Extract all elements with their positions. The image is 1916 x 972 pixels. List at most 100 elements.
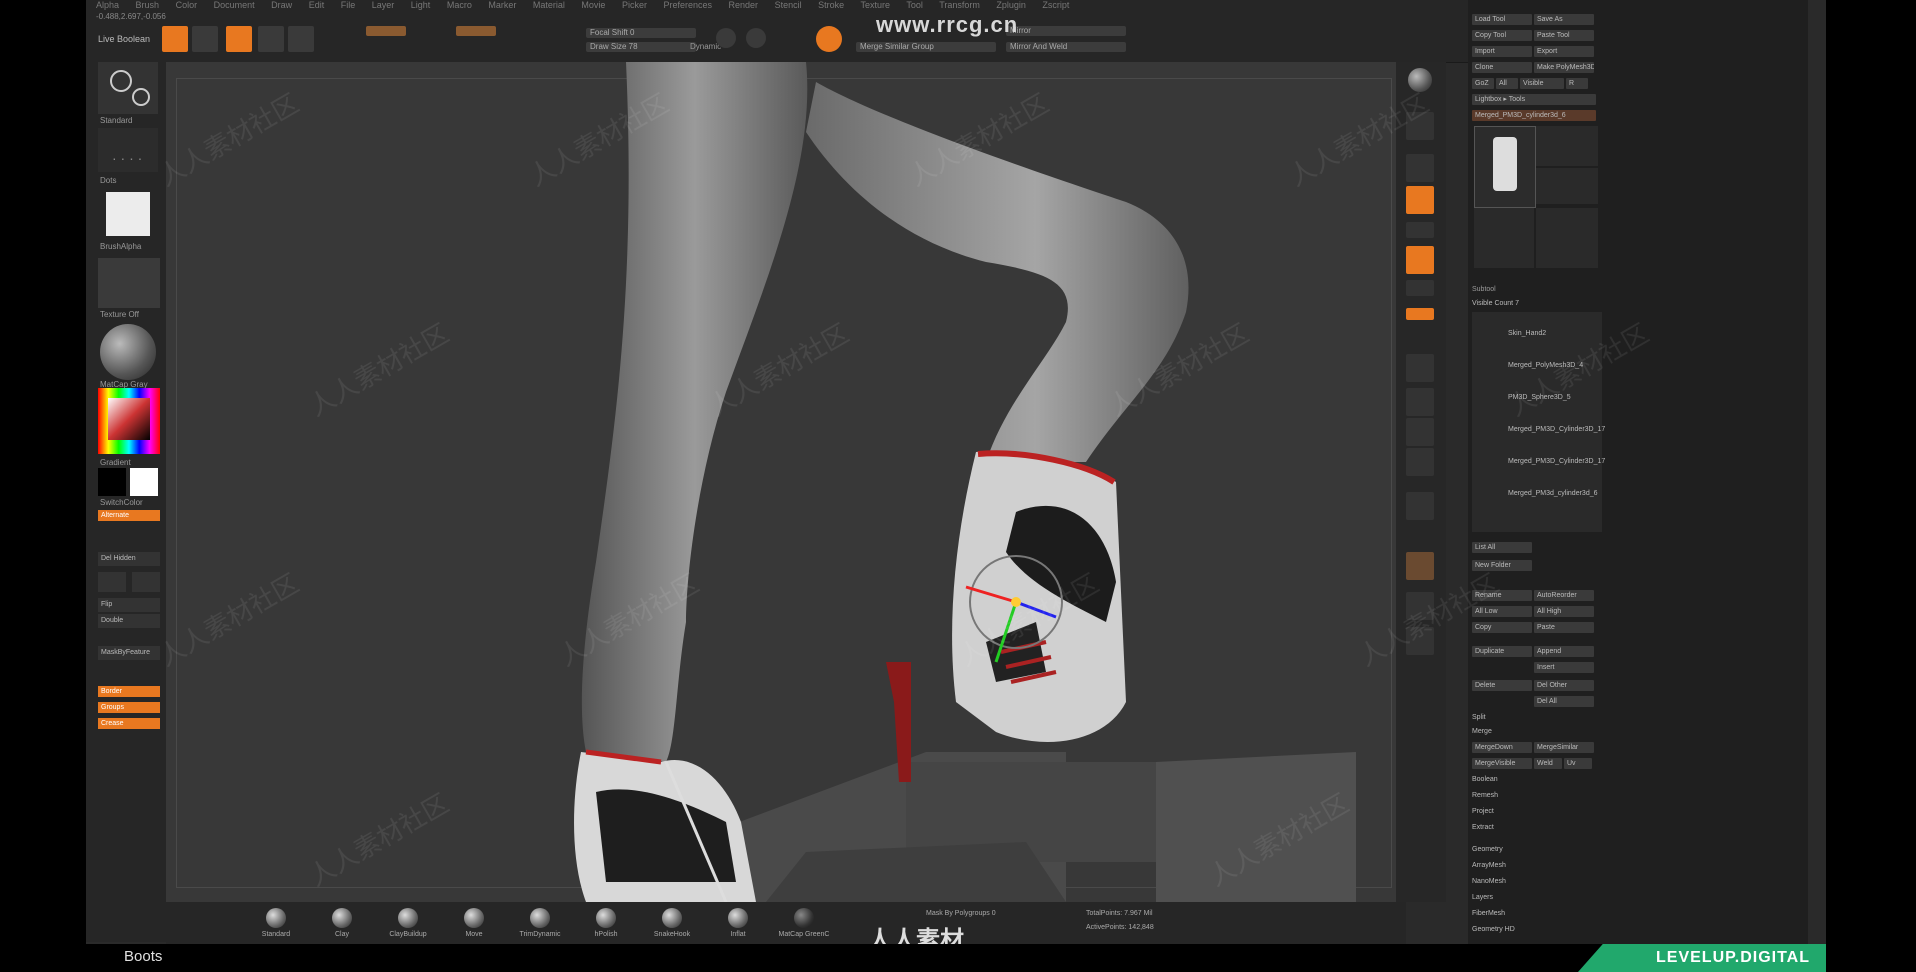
sculpt-model[interactable]: [166, 62, 1406, 902]
mask-by-feature-button[interactable]: MaskByFeature: [98, 646, 160, 660]
menu-item[interactable]: Document: [214, 0, 255, 10]
brush-move[interactable]: Move: [446, 908, 502, 938]
visible-count[interactable]: Visible Count 7: [1472, 298, 1600, 310]
menu-item[interactable]: Picker: [622, 0, 647, 10]
dynamic-label[interactable]: Dynamic: [690, 42, 721, 51]
duplicate-button[interactable]: Duplicate: [1472, 646, 1532, 657]
subtool-item[interactable]: PM3D_Sphere3D_5: [1508, 394, 1571, 401]
menu-item[interactable]: Transform: [939, 0, 980, 10]
save-as-button[interactable]: Save As: [1534, 14, 1594, 25]
groups-toggle[interactable]: Groups: [98, 702, 160, 713]
move-view-icon[interactable]: [1406, 388, 1434, 416]
menu-item[interactable]: Layer: [372, 0, 395, 10]
mergevisible-button[interactable]: MergeVisible: [1472, 758, 1532, 769]
mergesimilar-button[interactable]: MergeSimilar: [1534, 742, 1594, 753]
insert-button[interactable]: Insert: [1534, 662, 1594, 673]
menu-item[interactable]: Render: [729, 0, 759, 10]
section-fibermesh[interactable]: FiberMesh: [1472, 908, 1600, 920]
menu-item[interactable]: Draw: [271, 0, 292, 10]
xyz-icon[interactable]: [1406, 280, 1434, 296]
edit-icon[interactable]: [162, 26, 188, 52]
brush-clay[interactable]: Clay: [314, 908, 370, 938]
menu-item[interactable]: Alpha: [96, 0, 119, 10]
all-button[interactable]: All: [1496, 78, 1518, 89]
matcap-material[interactable]: MatCap GreenC: [776, 908, 832, 938]
mask-polygroups-slider[interactable]: Mask By Polygroups 0: [926, 910, 996, 917]
draw-size-slider[interactable]: Draw Size 78: [586, 42, 696, 52]
solo-icon[interactable]: [1406, 627, 1434, 655]
menu-item[interactable]: Marker: [488, 0, 516, 10]
primary-color-swatch[interactable]: [130, 468, 158, 496]
section-geometry[interactable]: Geometry: [1472, 844, 1600, 856]
polyframe-icon[interactable]: [1406, 552, 1434, 580]
mergedown-button[interactable]: MergeDown: [1472, 742, 1532, 753]
paste-tool-button[interactable]: Paste Tool: [1534, 30, 1594, 41]
menu-item[interactable]: Tool: [906, 0, 923, 10]
section-geometry-hd[interactable]: Geometry HD: [1472, 924, 1600, 936]
simplebrush-thumb-icon[interactable]: [1474, 208, 1534, 268]
frame-icon[interactable]: [1406, 354, 1434, 382]
merge-similar-button[interactable]: Merge Similar Group: [856, 42, 996, 52]
mirror-weld-button[interactable]: Mirror And Weld: [1006, 42, 1126, 52]
color-square[interactable]: [108, 398, 150, 440]
stroke-thumbnail[interactable]: · · · ·: [98, 128, 158, 172]
merge-header[interactable]: Merge: [1472, 726, 1600, 738]
scale-view-icon[interactable]: [1406, 418, 1434, 446]
goz-button[interactable]: GoZ: [1472, 78, 1494, 89]
material-sphere[interactable]: [100, 324, 156, 380]
texture-thumbnail[interactable]: [98, 258, 160, 308]
menu-item[interactable]: Stencil: [775, 0, 802, 10]
line-fill-icon[interactable]: [1406, 492, 1434, 520]
boolean-header[interactable]: Boolean: [1472, 774, 1600, 786]
append-button[interactable]: Append: [1534, 646, 1594, 657]
local-icon[interactable]: [1406, 246, 1434, 274]
subtool-item[interactable]: Merged_PM3d_cylinder3d_6: [1508, 490, 1598, 497]
menu-item[interactable]: Macro: [447, 0, 472, 10]
export-button[interactable]: Export: [1534, 46, 1594, 57]
xyz-toggle[interactable]: [1406, 308, 1434, 320]
floor-icon[interactable]: [1406, 222, 1434, 238]
lazy-mouse-icon[interactable]: [716, 28, 736, 48]
autoreorder-button[interactable]: AutoReorder: [1534, 590, 1594, 601]
zoom-icon[interactable]: [1406, 154, 1434, 182]
subtool-item[interactable]: Merged_PM3D_Cylinder3D_17: [1508, 458, 1605, 465]
brush-snakehook[interactable]: SnakeHook: [644, 908, 700, 938]
brush-hpolish[interactable]: hPolish: [578, 908, 634, 938]
transp-icon[interactable]: [1406, 592, 1434, 620]
grow-icon[interactable]: [132, 572, 160, 592]
menu-item[interactable]: Stroke: [818, 0, 844, 10]
lightbox-tools-button[interactable]: Lightbox ▸ Tools: [1472, 94, 1596, 105]
mrgb-slider[interactable]: [366, 26, 406, 36]
menu-item[interactable]: Preferences: [663, 0, 712, 10]
copy-button[interactable]: Copy: [1472, 622, 1532, 633]
subtool-item[interactable]: Skin_Hand2: [1508, 330, 1546, 337]
delete-button[interactable]: Delete: [1472, 680, 1532, 691]
symmetry-icon[interactable]: [816, 26, 842, 52]
scroll-icon[interactable]: [1406, 112, 1434, 140]
make-polymesh-button[interactable]: Make PolyMesh3D: [1534, 62, 1594, 73]
subtool-item[interactable]: Merged_PM3D_Cylinder3D_17: [1508, 426, 1605, 433]
draw-icon[interactable]: [192, 26, 218, 52]
menu-item[interactable]: Zplugin: [996, 0, 1026, 10]
subtool-header[interactable]: Subtool: [1472, 284, 1600, 296]
paste-button[interactable]: Paste: [1534, 622, 1594, 633]
rgb-intensity-slider[interactable]: [456, 26, 496, 36]
r-button[interactable]: R: [1566, 78, 1588, 89]
menu-item[interactable]: Light: [411, 0, 431, 10]
del-all-button[interactable]: Del All: [1534, 696, 1594, 707]
cylinder-thumb-icon[interactable]: [1536, 126, 1598, 166]
menu-item[interactable]: File: [341, 0, 356, 10]
project-header[interactable]: Project: [1472, 806, 1600, 818]
section-nanomesh[interactable]: NanoMesh: [1472, 876, 1600, 888]
live-boolean-button[interactable]: Live Boolean: [98, 34, 150, 44]
import-button[interactable]: Import: [1472, 46, 1532, 57]
section-layers[interactable]: Layers: [1472, 892, 1600, 904]
secondary-color-swatch[interactable]: [98, 468, 126, 496]
crease-toggle[interactable]: Crease: [98, 718, 160, 729]
menu-item[interactable]: Zscript: [1042, 0, 1069, 10]
all-low-button[interactable]: All Low: [1472, 606, 1532, 617]
double-button[interactable]: Double: [98, 614, 160, 628]
extract-header[interactable]: Extract: [1472, 822, 1600, 834]
brush-inflat[interactable]: Inflat: [710, 908, 766, 938]
backface-icon[interactable]: [746, 28, 766, 48]
